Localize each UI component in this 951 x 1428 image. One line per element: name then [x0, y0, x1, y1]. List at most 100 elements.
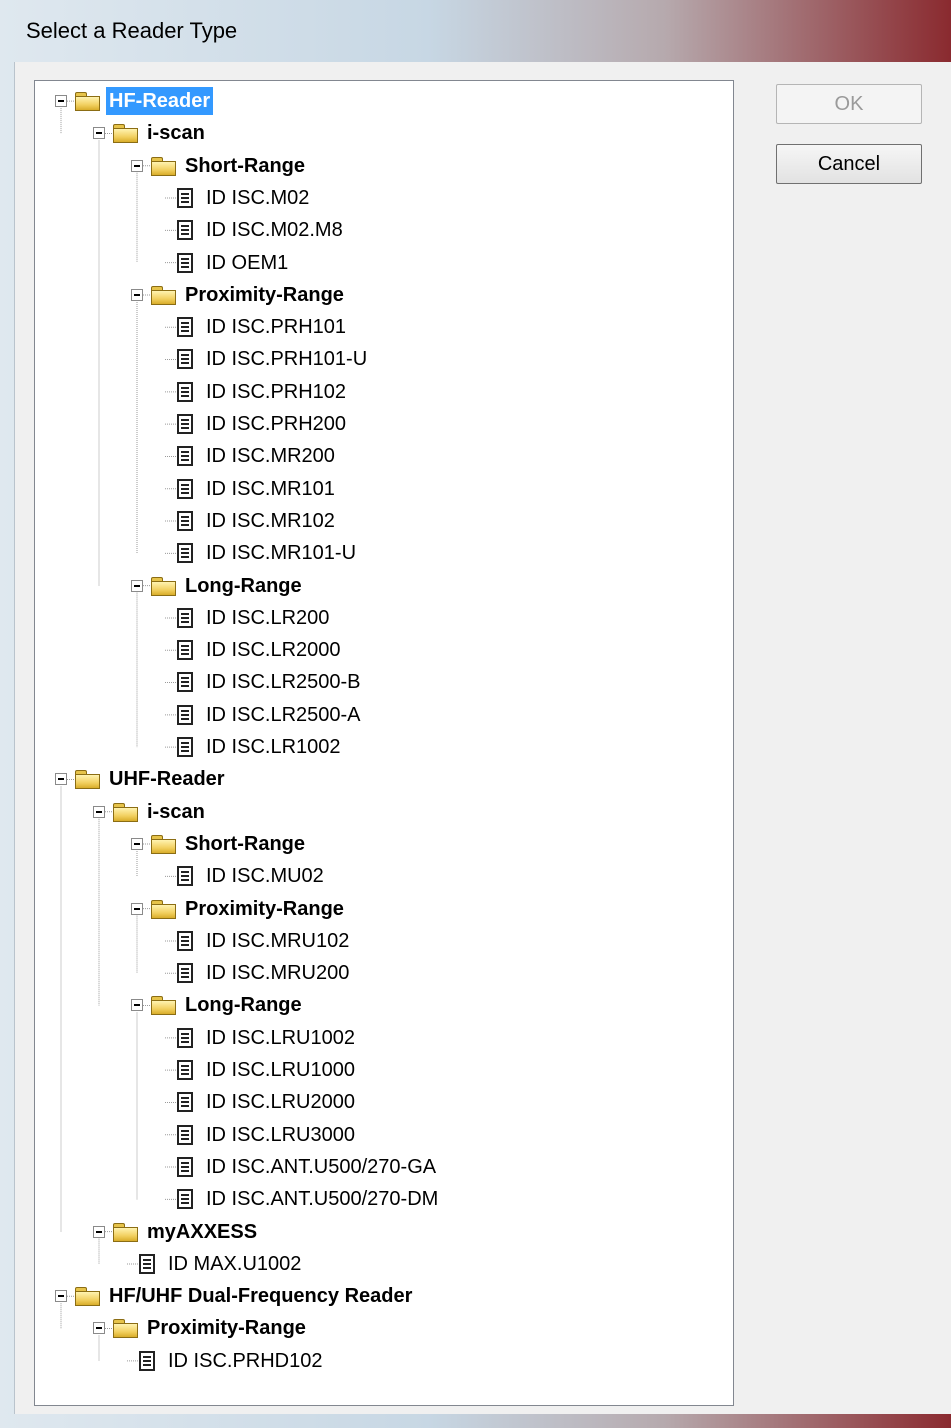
tree-folder-node[interactable]: Proximity-Range — [131, 894, 347, 924]
document-icon — [177, 930, 193, 951]
tree-leaf-node[interactable]: ID ISC.MRU200 — [177, 958, 352, 988]
document-icon — [177, 414, 193, 434]
tree-folder-node[interactable]: myAXXESS — [93, 1217, 260, 1247]
document-icon — [177, 1124, 193, 1145]
tree-leaf-node[interactable]: ID ISC.PRH101 — [177, 312, 349, 342]
tree-leaf-node[interactable]: ID ISC.MU02 — [177, 861, 327, 891]
tree-leaf-node[interactable]: ID ISC.ANT.U500/270-DM — [177, 1184, 441, 1214]
tree-leaf-node[interactable]: ID ISC.PRH102 — [177, 377, 349, 407]
collapse-toggle-icon[interactable] — [131, 999, 143, 1012]
tree-node-label: ID ISC.LR200 — [206, 606, 330, 629]
open-folder-icon — [150, 576, 176, 596]
tree-node-label: ID ISC.MU02 — [206, 865, 324, 888]
tree-node-label: UHF-Reader — [109, 768, 225, 791]
tree-leaf-node[interactable]: ID ISC.PRHD102 — [139, 1346, 326, 1376]
tree-folder-node[interactable]: i-scan — [93, 118, 208, 148]
tree-folder-node[interactable]: Short-Range — [131, 151, 308, 181]
collapse-toggle-icon[interactable] — [55, 95, 67, 107]
document-icon — [139, 1253, 155, 1274]
tree-leaf-node[interactable]: ID ISC.PRH101-U — [177, 344, 370, 374]
tree-leaf-node[interactable]: ID ISC.M02 — [177, 183, 312, 213]
cancel-button[interactable]: Cancel — [776, 144, 922, 184]
document-icon — [177, 446, 193, 467]
tree-leaf-node[interactable]: ID ISC.LR2000 — [177, 635, 344, 665]
tree-leaf-node[interactable]: ID ISC.LR2500-A — [177, 700, 364, 730]
collapse-toggle-icon[interactable] — [93, 127, 105, 140]
collapse-toggle-icon[interactable] — [131, 837, 143, 850]
tree-leaf-node[interactable]: ID ISC.LRU3000 — [177, 1120, 358, 1150]
tree-leaf-node[interactable]: ID ISC.LRU1002 — [177, 1023, 358, 1053]
tree-folder-node[interactable]: HF-Reader — [55, 86, 214, 116]
tree-leaf-node[interactable]: ID ISC.MRU102 — [177, 926, 352, 956]
tree-leaf-node[interactable]: ID ISC.ANT.U500/270-GA — [177, 1152, 439, 1182]
collapse-toggle-icon[interactable] — [131, 579, 143, 592]
tree-node-label: HF-Reader — [106, 87, 214, 115]
tree-leaf-node[interactable]: ID ISC.LR2500-B — [177, 667, 364, 697]
document-icon — [177, 252, 193, 273]
open-folder-icon — [150, 285, 176, 305]
tree-node-label: ID ISC.PRH200 — [206, 413, 347, 435]
tree-node-label: ID ISC.MRU102 — [206, 929, 350, 952]
tree-node-label: ID ISC.LRU1000 — [206, 1059, 355, 1081]
tree-folder-node[interactable]: i-scan — [93, 797, 208, 827]
open-folder-icon — [150, 899, 176, 919]
tree-node-label: Proximity-Range — [185, 897, 344, 920]
tree-folder-node[interactable]: HF/UHF Dual-Frequency Reader — [55, 1281, 415, 1311]
document-icon — [177, 543, 193, 564]
collapse-toggle-icon[interactable] — [131, 902, 143, 915]
tree-folder-node[interactable]: Proximity-Range — [131, 280, 347, 310]
tree-node-label: Proximity-Range — [185, 283, 344, 306]
tree-node-label: ID ISC.LR1002 — [206, 736, 341, 758]
open-folder-icon — [74, 770, 100, 790]
tree-leaf-node[interactable]: ID ISC.M02.M8 — [177, 215, 346, 245]
document-icon — [177, 737, 193, 757]
tree-node-label: ID ISC.ANT.U500/270-GA — [206, 1155, 437, 1178]
tree-node-label: ID ISC.M02.M8 — [206, 219, 343, 242]
tree-leaf-node[interactable]: ID ISC.LR200 — [177, 603, 332, 633]
document-icon — [177, 672, 193, 693]
document-icon — [177, 1092, 193, 1113]
tree-leaf-node[interactable]: ID MAX.U1002 — [139, 1249, 304, 1279]
document-icon — [177, 349, 193, 370]
tree-node-label: ID ISC.MR102 — [206, 509, 335, 532]
tree-node-label: ID ISC.PRH101 — [206, 316, 347, 339]
tree-node-label: ID ISC.MR200 — [206, 445, 335, 468]
tree-leaf-node[interactable]: ID ISC.MR101-U — [177, 538, 359, 568]
tree-folder-node[interactable]: Proximity-Range — [93, 1313, 309, 1343]
collapse-toggle-icon[interactable] — [55, 1290, 67, 1303]
open-folder-icon — [150, 156, 176, 176]
collapse-toggle-icon[interactable] — [131, 288, 143, 301]
title-bar[interactable]: Select a Reader Type — [0, 0, 951, 62]
tree-leaf-node[interactable]: ID ISC.MR102 — [177, 506, 338, 536]
tree-node-label: ID OEM1 — [206, 251, 289, 274]
tree-folder-node[interactable]: UHF-Reader — [55, 764, 228, 794]
ok-button[interactable]: OK — [776, 84, 922, 124]
collapse-toggle-icon[interactable] — [93, 805, 105, 818]
tree-node-label: Short-Range — [185, 154, 305, 177]
tree-leaf-node[interactable]: ID ISC.LRU1000 — [177, 1055, 358, 1085]
document-icon — [177, 187, 193, 208]
tree-folder-node[interactable]: Long-Range — [131, 571, 305, 601]
tree-node-label: ID ISC.PRH102 — [206, 380, 347, 403]
collapse-toggle-icon[interactable] — [55, 773, 67, 786]
tree-node-label: ID ISC.MRU200 — [206, 962, 350, 985]
reader-type-tree[interactable]: HF-Reader i-scan Short-Range ID ISC.M02 ID I… — [34, 80, 734, 1406]
collapse-toggle-icon[interactable] — [93, 1322, 105, 1335]
tree-leaf-node[interactable]: ID ISC.MR101 — [177, 474, 338, 504]
tree-leaf-node[interactable]: ID ISC.LR1002 — [177, 732, 344, 762]
collapse-toggle-icon[interactable] — [131, 159, 143, 172]
tree-folder-node[interactable]: Long-Range — [131, 990, 305, 1020]
tree-leaf-node[interactable]: ID ISC.PRH200 — [177, 409, 349, 439]
tree-node-label: i-scan — [147, 800, 205, 823]
tree-node-label: myAXXESS — [147, 1220, 258, 1243]
tree-node-label: ID ISC.LRU2000 — [206, 1091, 355, 1114]
tree-leaf-node[interactable]: ID OEM1 — [177, 248, 291, 278]
tree-node-label: ID ISC.MR101 — [206, 477, 335, 500]
tree-node-label: ID ISC.LR2500-A — [206, 703, 361, 726]
tree-leaf-node[interactable]: ID ISC.LRU2000 — [177, 1087, 358, 1117]
tree-node-label: ID ISC.LRU1002 — [206, 1026, 355, 1049]
tree-folder-node[interactable]: Short-Range — [131, 829, 308, 859]
tree-node-label: Long-Range — [185, 574, 302, 597]
collapse-toggle-icon[interactable] — [93, 1225, 105, 1238]
tree-leaf-node[interactable]: ID ISC.MR200 — [177, 441, 338, 471]
